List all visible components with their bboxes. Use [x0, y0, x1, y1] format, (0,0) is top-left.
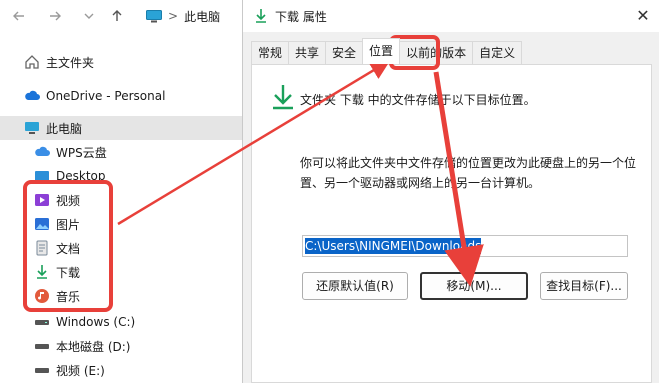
onedrive-cloud-icon	[25, 90, 40, 100]
tree-label: Desktop	[56, 169, 106, 183]
address-bar[interactable]: > 此电脑	[140, 4, 242, 28]
arrow-up-icon	[110, 9, 124, 27]
find-target-button[interactable]: 查找目标(F)...	[540, 272, 628, 300]
pictures-folder-icon	[35, 218, 49, 230]
tree-label: 文档	[56, 241, 81, 256]
tree-label: Windows (C:)	[56, 315, 136, 329]
tree-item-wps-cloud[interactable]: WPS云盘	[0, 140, 242, 164]
back-button[interactable]	[8, 5, 30, 27]
desktop-folder-icon	[35, 171, 49, 181]
tree-item-drive-c[interactable]: Windows (C:)	[0, 310, 242, 334]
tree-item-downloads[interactable]: 下载	[0, 260, 242, 284]
tree-label: 此电脑	[46, 121, 83, 136]
up-button[interactable]	[106, 5, 128, 27]
tree-item-pictures[interactable]: 图片	[0, 212, 242, 236]
tree-label: 主文件夹	[46, 55, 95, 70]
breadcrumb-separator: >	[168, 9, 179, 23]
tree-label: 图片	[56, 217, 81, 232]
file-explorer-window: > 此电脑 主文件夹 OneDrive - Personal 此电脑 WPS云盘…	[0, 0, 242, 383]
tree-item-home[interactable]: 主文件夹	[0, 50, 242, 74]
tree-item-music[interactable]: 音乐	[0, 284, 242, 308]
downloads-large-icon	[273, 85, 293, 110]
tree-label: WPS云盘	[56, 145, 107, 160]
tab-security[interactable]: 安全	[325, 41, 364, 64]
tree-item-this-pc[interactable]: 此电脑	[0, 116, 242, 140]
drive-icon	[35, 320, 49, 325]
properties-dialog: 下载 属性 ✕ 常规 共享 安全 位置 以前的版本 自定义 文件夹 下载 中的文…	[242, 0, 659, 383]
this-pc-icon	[25, 122, 39, 134]
close-button[interactable]: ✕	[626, 0, 659, 32]
breadcrumb-this-pc[interactable]: 此电脑	[184, 8, 220, 25]
tab-strip: 常规 共享 安全 位置 以前的版本 自定义	[251, 38, 523, 64]
tree-label: 视频 (E:)	[56, 363, 105, 378]
location-description: 你可以将此文件夹中文件存储的位置更改为此硬盘上的另一个位置、另一个驱动器或网络上…	[300, 156, 637, 190]
documents-folder-icon	[36, 240, 48, 256]
tree-label: 下载	[56, 265, 81, 280]
tree-item-onedrive[interactable]: OneDrive - Personal	[0, 84, 242, 108]
tree-item-videos[interactable]: 视频	[0, 188, 242, 212]
tab-general[interactable]: 常规	[251, 41, 290, 64]
location-path-input[interactable]: C:\Users\NINGMEI\Downloads	[302, 235, 628, 257]
tab-location[interactable]: 位置	[362, 38, 401, 64]
location-tab-panel: 文件夹 下载 中的文件存储于以下目标位置。 你可以将此文件夹中文件存储的位置更改…	[251, 64, 652, 383]
tree-label: 音乐	[56, 289, 81, 304]
dialog-title-bar: 下载 属性 ✕	[243, 0, 659, 32]
downloads-icon	[256, 9, 266, 23]
explorer-nav-bar: > 此电脑	[0, 0, 242, 32]
this-pc-icon	[146, 9, 162, 22]
arrow-right-icon	[48, 9, 62, 27]
drive-icon	[35, 344, 49, 349]
tab-sharing[interactable]: 共享	[288, 41, 327, 64]
tree-label: 视频	[56, 193, 81, 208]
arrow-left-icon	[12, 9, 26, 27]
music-folder-icon	[35, 289, 49, 303]
tree-label: OneDrive - Personal	[46, 89, 166, 103]
path-selected-text: C:\Users\NINGMEI\Downloads	[305, 238, 482, 254]
tab-customize[interactable]: 自定义	[472, 41, 523, 64]
tree-item-documents[interactable]: 文档	[0, 236, 242, 260]
location-info-text: 文件夹 下载 中的文件存储于以下目标位置。	[300, 93, 536, 107]
videos-folder-icon	[35, 194, 49, 206]
downloads-folder-icon	[37, 265, 47, 279]
dialog-title: 下载 属性	[275, 9, 327, 24]
tab-previous-versions[interactable]: 以前的版本	[399, 41, 474, 64]
recent-locations-button[interactable]	[78, 5, 100, 27]
drive-icon	[35, 368, 49, 373]
tree-item-drive-d[interactable]: 本地磁盘 (D:)	[0, 334, 242, 358]
close-icon: ✕	[636, 6, 650, 25]
forward-button[interactable]	[44, 5, 66, 27]
tree-label: 本地磁盘 (D:)	[56, 339, 131, 354]
home-icon	[25, 55, 39, 69]
tree-item-drive-e[interactable]: 视频 (E:)	[0, 358, 242, 382]
tree-item-desktop[interactable]: Desktop	[0, 164, 242, 188]
move-button[interactable]: 移动(M)...	[420, 272, 528, 300]
wps-cloud-icon	[35, 146, 50, 156]
restore-default-button[interactable]: 还原默认值(R)	[302, 272, 408, 300]
chevron-down-icon	[82, 9, 96, 27]
